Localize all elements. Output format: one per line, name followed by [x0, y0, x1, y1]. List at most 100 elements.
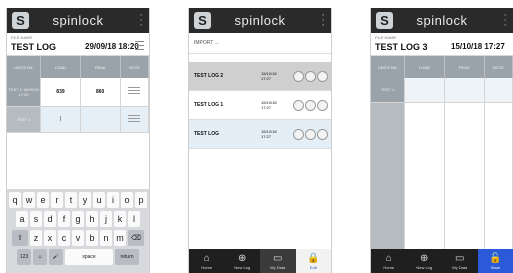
list-item[interactable]: TEST LOG 1 15/10/18 17:27	[189, 91, 331, 120]
my-data-button[interactable]: ▭ My Data	[442, 249, 478, 273]
circle-icon	[317, 99, 328, 111]
list-item[interactable]: TEST LOG 2 15/10/18 17:27	[189, 62, 331, 91]
brand-title: spinlock	[234, 13, 286, 28]
key-f[interactable]: f	[58, 211, 70, 227]
key-y[interactable]: y	[79, 192, 91, 208]
key-t[interactable]: t	[65, 192, 77, 208]
filename-label: FILE NAME	[375, 35, 397, 40]
note-lines-icon	[128, 114, 141, 122]
import-item[interactable]: IMPORT ...	[189, 33, 331, 54]
log-datetime: 15/10/18 17:27	[261, 71, 277, 81]
row-label: TEST 2	[7, 106, 42, 133]
key-k[interactable]: k	[114, 211, 126, 227]
more-menu-icon[interactable]: · · ·	[321, 10, 325, 31]
key-l[interactable]: l	[128, 211, 140, 227]
key-e[interactable]: e	[37, 192, 49, 208]
key-u[interactable]: u	[93, 192, 105, 208]
load-cell[interactable]	[404, 78, 445, 103]
screen-new-log: S spinlock · · · FILE NAME TEST LOG 3 15/1…	[370, 8, 513, 273]
circle-icon	[293, 70, 304, 82]
emoji-key-icon[interactable]: ☺	[33, 249, 47, 265]
note-cell[interactable]	[120, 106, 149, 133]
log-table: UNITS N/L LOAD PEAK NOTE TEST 1	[371, 56, 513, 252]
shift-key-icon[interactable]: ⇧	[12, 230, 28, 246]
key-d[interactable]: d	[44, 211, 56, 227]
key-s[interactable]: s	[30, 211, 42, 227]
home-button[interactable]: ⌂ Home	[371, 249, 407, 273]
circle-icon	[305, 70, 316, 82]
load-input[interactable]: |	[40, 105, 81, 133]
save-button[interactable]: 🔓 Save	[477, 249, 513, 273]
log-name: TEST LOG	[194, 131, 219, 137]
circle-icon	[317, 128, 328, 140]
app-bar: S spinlock · · ·	[7, 8, 149, 33]
plus-circle-icon: ⊕	[420, 252, 429, 264]
key-b[interactable]: b	[86, 230, 98, 246]
key-q[interactable]: q	[9, 192, 21, 208]
log-name: TEST LOG 2	[194, 73, 224, 79]
log-title-bar: FILE NAME TEST LOG 29/09/18 18:20	[7, 33, 149, 56]
key-m[interactable]: m	[114, 230, 126, 246]
edit-button[interactable]: 🔒 Edit	[295, 249, 331, 273]
home-icon: ⌂	[203, 252, 210, 264]
table-row[interactable]: TEST 2 |	[7, 105, 149, 133]
key-x[interactable]: x	[44, 230, 56, 246]
list-item[interactable]: TEST LOG 15/10/18 17:27	[189, 120, 331, 149]
numbers-key[interactable]: 123	[17, 249, 31, 265]
key-p[interactable]: p	[135, 192, 147, 208]
header-note: NOTE	[120, 56, 149, 78]
onscreen-keyboard: q w e r t y u i o p a s d f g h j k l ⇧ …	[7, 189, 149, 273]
mic-key-icon[interactable]: 🎤	[49, 249, 63, 265]
log-name[interactable]: TEST LOG	[11, 42, 56, 52]
screen-my-data: S spinlock · · · IMPORT ... TEST LOG 2 15/…	[188, 8, 332, 273]
more-menu-icon[interactable]: · · ·	[139, 10, 143, 31]
header-load: LOAD	[40, 56, 81, 78]
peak-cell[interactable]	[80, 106, 121, 133]
key-c[interactable]: c	[58, 230, 70, 246]
my-data-button[interactable]: ▭ My Data	[260, 249, 296, 273]
row-label: TEST 1 18/09/18 17:20	[7, 78, 42, 107]
key-a[interactable]: a	[16, 211, 28, 227]
header-units: UNITS N/L	[7, 56, 42, 78]
table-row[interactable]: TEST 1 18/09/18 17:20 839 860	[7, 78, 149, 107]
load-cell[interactable]: 839	[40, 78, 81, 107]
key-w[interactable]: w	[23, 192, 35, 208]
log-date: 15/10/18 17:27	[451, 42, 505, 51]
note-cell[interactable]	[120, 78, 149, 107]
key-z[interactable]: z	[30, 230, 42, 246]
key-o[interactable]: o	[121, 192, 133, 208]
brand-title: spinlock	[416, 13, 468, 28]
circle-icon	[305, 99, 316, 111]
menu-icon[interactable]	[135, 41, 144, 50]
key-n[interactable]: n	[100, 230, 112, 246]
key-j[interactable]: j	[100, 211, 112, 227]
new-log-button[interactable]: ⊕ New Log	[407, 249, 443, 273]
header-units: UNITS N/L	[371, 56, 406, 78]
key-g[interactable]: g	[72, 211, 84, 227]
key-i[interactable]: i	[107, 192, 119, 208]
status-circles	[293, 70, 328, 82]
key-h[interactable]: h	[86, 211, 98, 227]
table-row	[371, 102, 513, 252]
peak-cell[interactable]	[444, 78, 485, 103]
more-menu-icon[interactable]: · · ·	[503, 10, 507, 31]
app-bar: S spinlock · · ·	[371, 8, 513, 33]
log-table: UNITS N/L LOAD PEAK NOTE TEST 1 18/09/18…	[7, 56, 149, 133]
home-button[interactable]: ⌂ Home	[189, 249, 225, 273]
screen-edit-log-keyboard: S spinlock · · · FILE NAME TEST LOG 29/09/…	[6, 8, 150, 273]
folder-icon: ▭	[273, 252, 283, 264]
table-row[interactable]: TEST 1	[371, 78, 513, 103]
space-key[interactable]: space	[65, 249, 113, 265]
key-v[interactable]: v	[72, 230, 84, 246]
return-key[interactable]: return	[115, 249, 139, 265]
delete-key-icon[interactable]: ⌫	[128, 230, 144, 246]
new-log-button[interactable]: ⊕ New Log	[225, 249, 261, 273]
header-peak: PEAK	[444, 56, 485, 78]
log-name[interactable]: TEST LOG 3	[375, 42, 428, 52]
header-load: LOAD	[404, 56, 445, 78]
folder-icon: ▭	[455, 252, 465, 264]
note-cell[interactable]	[484, 78, 513, 103]
circle-icon	[293, 99, 304, 111]
peak-cell[interactable]: 860	[80, 78, 121, 107]
key-r[interactable]: r	[51, 192, 63, 208]
